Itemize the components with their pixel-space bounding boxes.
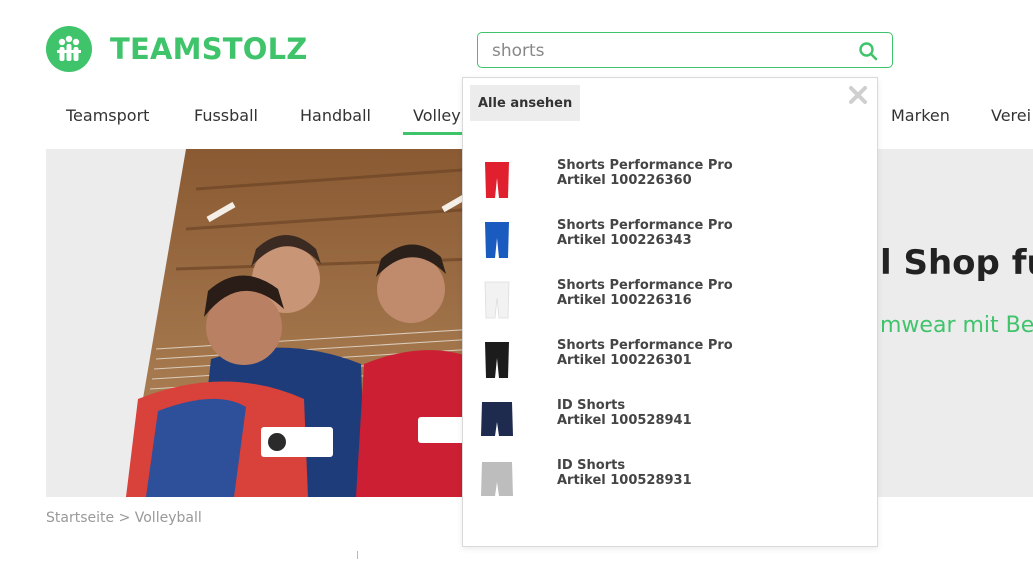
hero-subtitle: mwear mit Be — [880, 313, 1033, 338]
divider — [357, 551, 358, 559]
close-icon[interactable] — [847, 84, 869, 106]
result-item[interactable]: ID Shorts Artikel 100528941 — [463, 388, 877, 448]
hero-title: l Shop fü — [880, 243, 1033, 283]
result-name: ID Shorts — [557, 398, 626, 413]
product-thumbnail — [481, 402, 513, 436]
product-thumbnail — [481, 462, 513, 496]
search-suggestions: Alle ansehen Shorts Performance Pro Arti… — [462, 77, 878, 547]
product-thumbnail — [484, 281, 510, 319]
nav-item-marken[interactable]: Marken — [891, 106, 950, 125]
breadcrumb-home[interactable]: Startseite — [46, 510, 114, 526]
breadcrumb-current: Volleyball — [134, 510, 202, 526]
nav-item-volleyball[interactable]: Volley — [403, 106, 471, 135]
nav-item-vereine[interactable]: Verei — [991, 106, 1031, 125]
result-sku: Artikel 100226343 — [557, 233, 692, 248]
result-name: Shorts Performance Pro — [557, 218, 733, 233]
result-item[interactable]: ID Shorts Artikel 100528931 — [463, 448, 877, 508]
product-thumbnail — [485, 342, 509, 378]
result-item[interactable]: Shorts Performance Pro Artikel 100226343 — [463, 208, 877, 268]
result-name: Shorts Performance Pro — [557, 278, 733, 293]
breadcrumb: Startseite > Volleyball — [46, 510, 202, 526]
result-sku: Artikel 100528931 — [557, 473, 692, 488]
brand-name: TEAMSTOLZ — [110, 32, 308, 66]
result-item[interactable]: Shorts Performance Pro Artikel 100226301 — [463, 328, 877, 388]
hero-photo — [126, 149, 476, 497]
product-thumbnail — [485, 222, 509, 258]
result-sku: Artikel 100226360 — [557, 173, 692, 188]
result-sku: Artikel 100226316 — [557, 293, 692, 308]
logo-icon — [46, 26, 92, 72]
result-sku: Artikel 100528941 — [557, 413, 692, 428]
nav-item-handball[interactable]: Handball — [300, 106, 371, 125]
nav-item-teamsport[interactable]: Teamsport — [66, 106, 149, 125]
result-name: Shorts Performance Pro — [557, 338, 733, 353]
result-name: ID Shorts — [557, 458, 626, 473]
result-item[interactable]: Shorts Performance Pro Artikel 100226360 — [463, 148, 877, 208]
search-input[interactable] — [492, 40, 832, 62]
search-icon[interactable] — [858, 41, 878, 66]
product-thumbnail — [485, 162, 509, 198]
brand-logo[interactable]: TEAMSTOLZ — [46, 26, 308, 72]
search-box[interactable] — [477, 32, 893, 68]
nav-item-fussball[interactable]: Fussball — [194, 106, 258, 125]
result-sku: Artikel 100226301 — [557, 353, 692, 368]
result-item[interactable]: Shorts Performance Pro Artikel 100226316 — [463, 268, 877, 328]
breadcrumb-separator: > — [118, 510, 131, 526]
view-all-button[interactable]: Alle ansehen — [470, 85, 581, 121]
result-name: Shorts Performance Pro — [557, 158, 733, 173]
